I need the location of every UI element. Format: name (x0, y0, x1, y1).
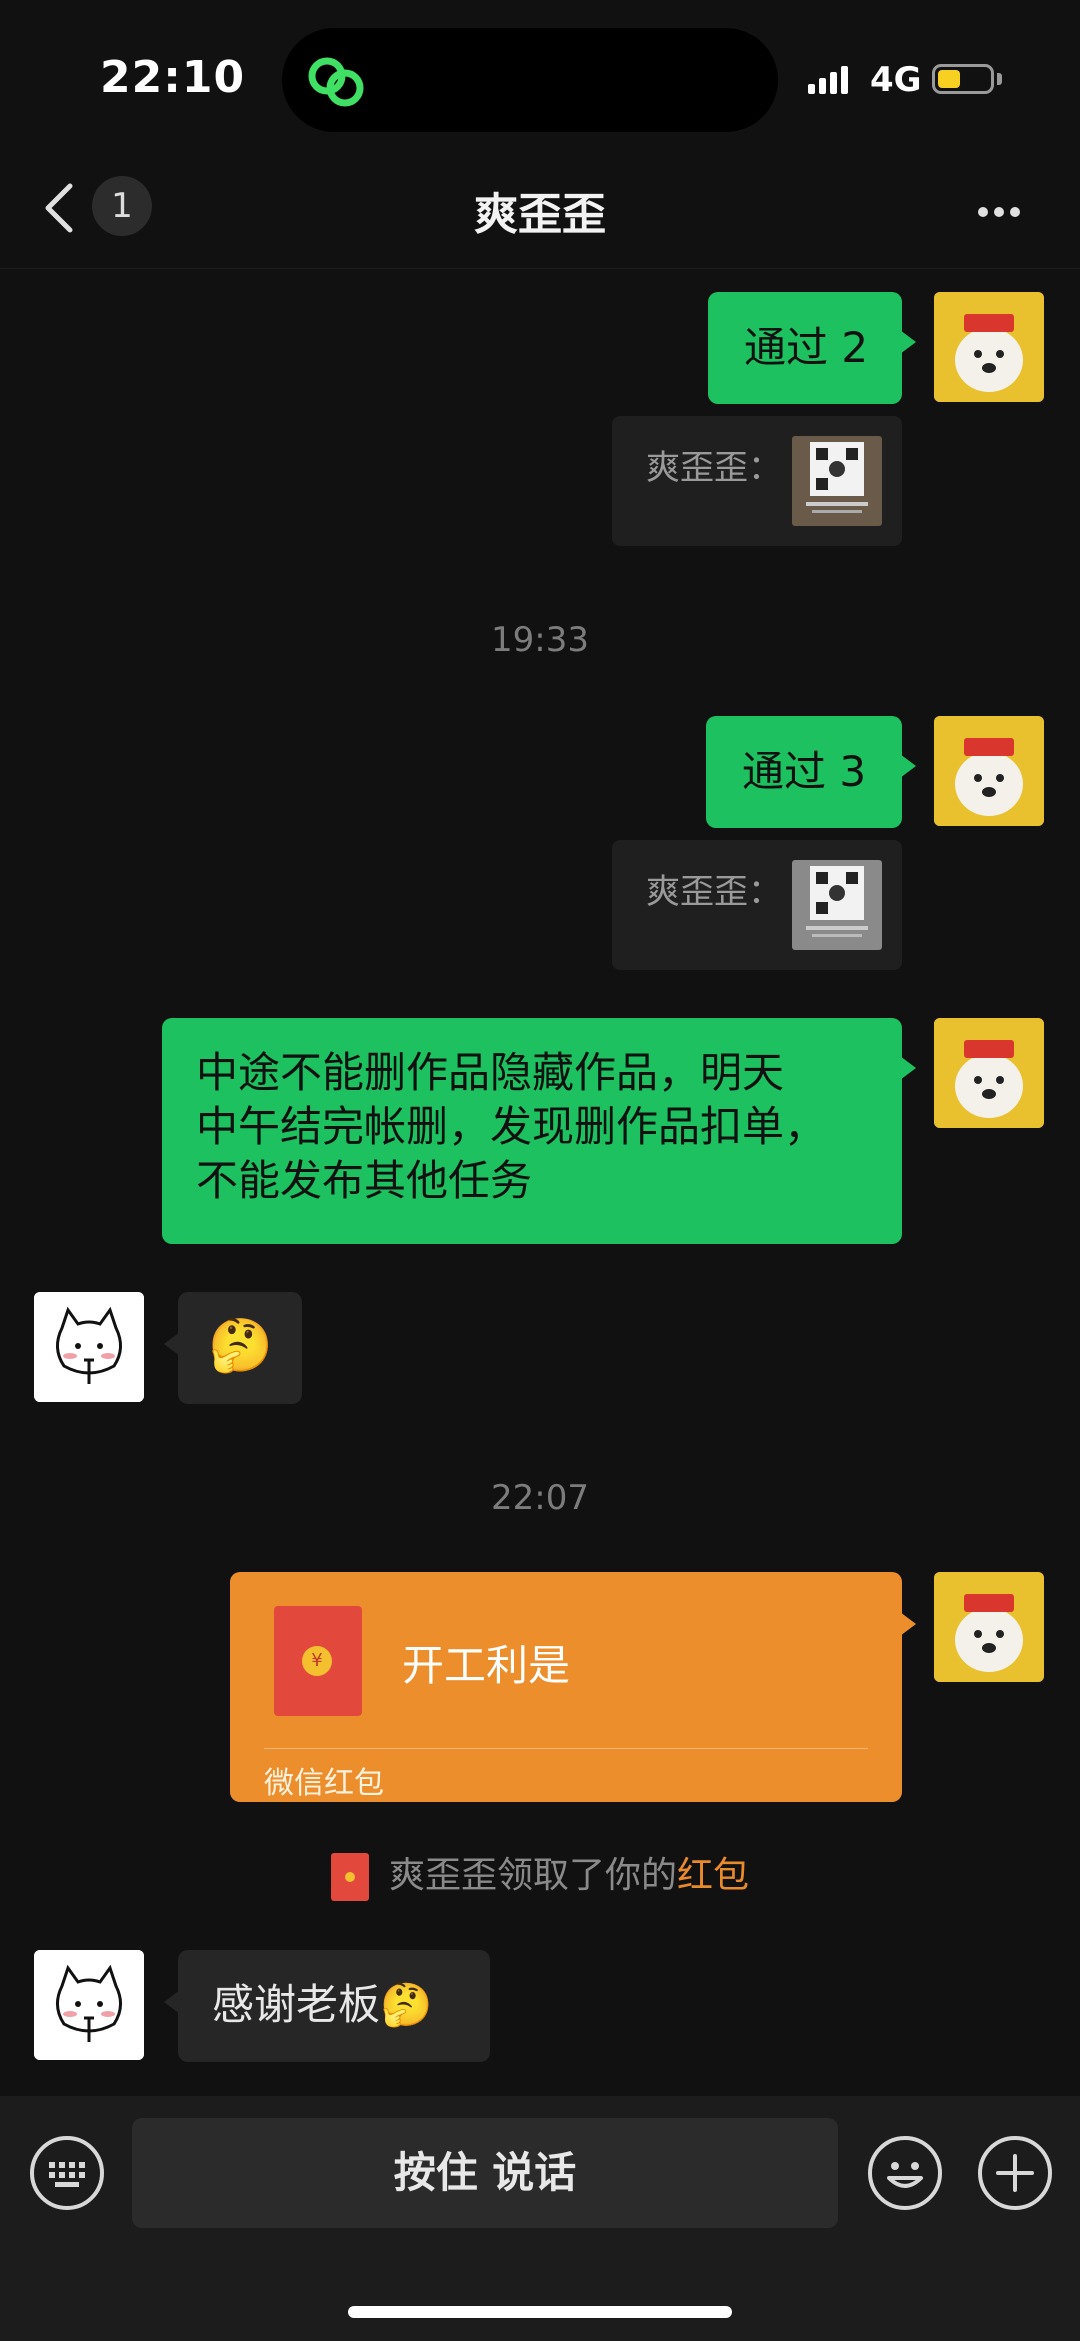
status-time: 22:10 (100, 52, 246, 103)
thinking-emoji: 🤔 (208, 1316, 273, 1376)
outgoing-message-bubble[interactable]: 中途不能删作品隐藏作品，明天 中午结完帐删，发现删作品扣单， 不能发布其他任务 (162, 1018, 916, 1244)
self-avatar[interactable] (934, 716, 1044, 826)
self-avatar[interactable] (934, 292, 1044, 402)
timestamp: 22:07 (491, 1478, 589, 1518)
plus-icon[interactable] (978, 2136, 1052, 2210)
red-packet-title: 开工利是 (402, 1641, 571, 1690)
quoted-message[interactable]: 爽歪歪： (612, 416, 902, 546)
system-notice-text: 爽歪歪领取了你的 (388, 1855, 677, 1896)
qr-code-thumbnail[interactable] (792, 860, 882, 950)
signal-icon (808, 66, 852, 94)
message-line: 中午结完帐删，发现删作品扣单， (196, 1102, 827, 1151)
timestamp: 19:33 (491, 620, 589, 660)
qr-code-thumbnail[interactable] (792, 436, 882, 526)
self-avatar[interactable] (934, 1018, 1044, 1128)
dog-avatar-image (934, 1572, 1044, 1682)
dog-avatar-image (934, 1018, 1044, 1128)
red-packet-link[interactable]: 红包 (677, 1855, 749, 1896)
network-type: 4G (870, 60, 922, 100)
battery-icon (932, 64, 994, 94)
red-packet-divider (264, 1748, 868, 1749)
emoji-icon[interactable] (868, 2136, 942, 2210)
self-avatar[interactable] (934, 1572, 1044, 1682)
bunny-avatar-image (34, 1950, 144, 2060)
more-options-icon[interactable] (978, 202, 1026, 221)
incoming-message-bubble[interactable]: 🤔 (164, 1292, 302, 1404)
quote-sender: 爽歪歪： (646, 448, 782, 488)
smiley-glyph (887, 2162, 923, 2188)
message-line: 不能发布其他任务 (196, 1156, 533, 1205)
home-indicator (348, 2306, 732, 2318)
red-envelope-icon: ¥ (274, 1606, 362, 1716)
dog-avatar-image (934, 716, 1044, 826)
chat-title: 爽歪歪 (474, 189, 606, 240)
outgoing-message-bubble[interactable]: 通过 2 (708, 292, 916, 404)
system-notice: 爽歪歪领取了你的红包 (0, 1846, 1080, 1901)
incoming-message-bubble[interactable]: 感谢老板🤔 (164, 1950, 490, 2062)
message-text: 感谢老板🤔 (212, 1980, 433, 2029)
contact-avatar[interactable] (34, 1292, 144, 1402)
message-text: 通过 2 (744, 323, 869, 372)
battery-tip (997, 73, 1002, 85)
quote-sender: 爽歪歪： (646, 872, 782, 912)
hold-to-talk-button[interactable]: 按住 说话 (132, 2118, 838, 2228)
outgoing-message-bubble[interactable]: 通过 3 (706, 716, 916, 828)
contact-avatar[interactable] (34, 1950, 144, 2060)
bunny-avatar-image (34, 1292, 144, 1402)
red-packet-label: 微信红包 (264, 1766, 384, 1801)
nav-divider (0, 268, 1080, 269)
message-text: 通过 3 (742, 747, 867, 796)
message-line: 中途不能删作品隐藏作品，明天 (196, 1048, 785, 1097)
dog-avatar-image (934, 292, 1044, 402)
quoted-message[interactable]: 爽歪歪： (612, 840, 902, 970)
keyboard-glyph (49, 2162, 85, 2187)
plus-glyph (996, 2154, 1034, 2192)
red-packet-card[interactable]: ¥ 开工利是 微信红包 (230, 1572, 916, 1802)
chain-link-icon (308, 57, 364, 107)
red-envelope-small-icon (330, 1853, 369, 1901)
keyboard-icon[interactable] (30, 2136, 104, 2210)
